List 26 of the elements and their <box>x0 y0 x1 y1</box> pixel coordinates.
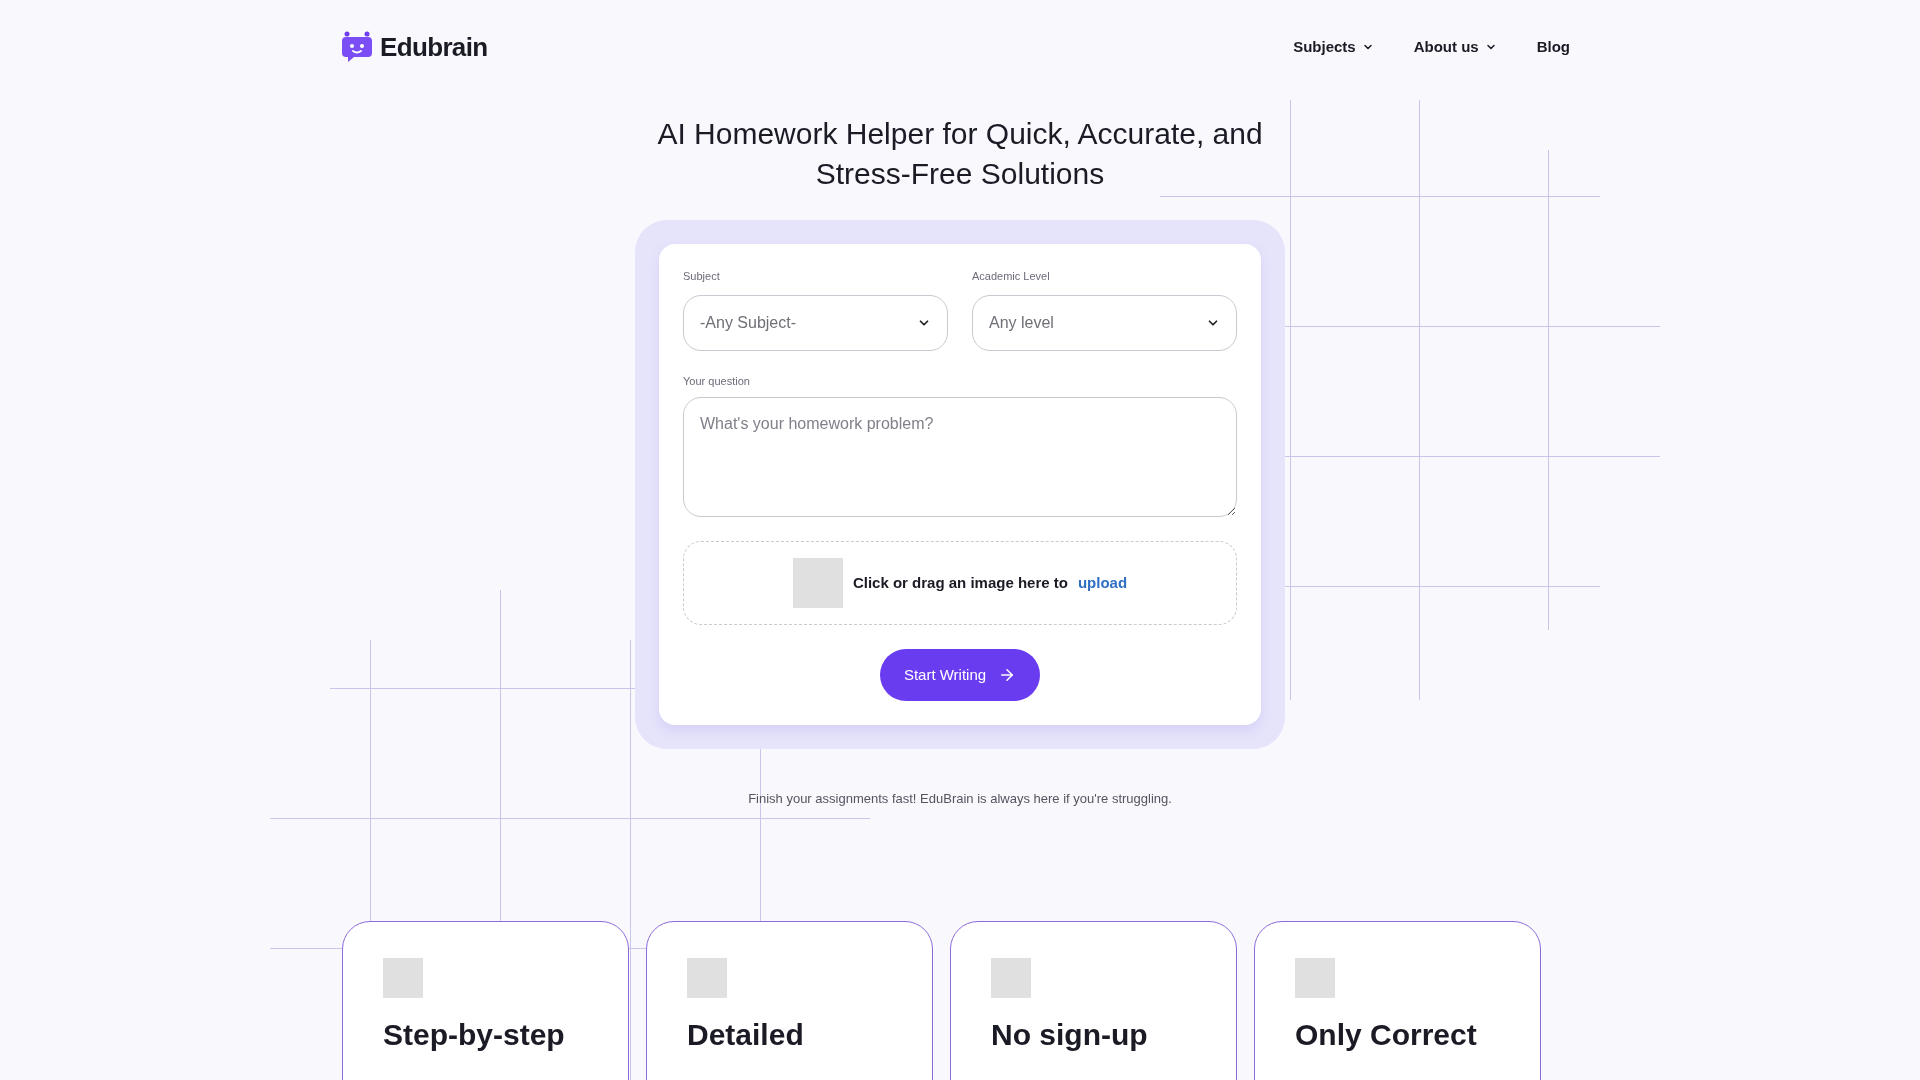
field-label: Subject <box>683 269 721 284</box>
hero-title: AI Homework Helper for Quick, Accurate, and Stress-Free Solutions <box>656 116 1264 192</box>
question-field[interactable]: What's your homework problem? <box>683 397 1237 517</box>
feature-title: Detailed <box>687 1017 805 1052</box>
feature-title: Step-by-step <box>383 1017 566 1052</box>
field-label: Academic Level <box>972 269 1051 284</box>
upload-text: Click or drag an image here to <box>852 572 1068 593</box>
dropdown-field[interactable]: -Any Subject- <box>683 294 948 351</box>
nav-link[interactable]: Subjects <box>1293 35 1374 59</box>
image-placeholder <box>1295 957 1335 998</box>
image-placeholder <box>687 957 727 998</box>
dropdown-field[interactable]: Any level <box>972 294 1237 351</box>
tagline: Finish your assignments fast! EduBrain is always here if you're struggling. <box>747 790 1173 808</box>
upload-dropzone[interactable]: Click or drag an image here to upload <box>683 541 1237 625</box>
feature-title: Only Correct <box>1295 1017 1478 1052</box>
image-placeholder <box>991 957 1031 998</box>
robot-chat-logo-icon <box>340 30 374 64</box>
upload-link[interactable]: upload <box>1077 571 1128 595</box>
image-placeholder <box>383 957 423 998</box>
brand-name[interactable]: Edubrain <box>380 27 488 67</box>
feature-title: No sign-up <box>991 1017 1149 1052</box>
nav-link[interactable]: About us <box>1413 35 1497 59</box>
start-writing-button[interactable]: Start Writing <box>879 649 1041 701</box>
field-label: Your question <box>683 373 751 389</box>
nav-link[interactable]: Blog <box>1536 35 1570 59</box>
image-placeholder <box>792 558 843 608</box>
